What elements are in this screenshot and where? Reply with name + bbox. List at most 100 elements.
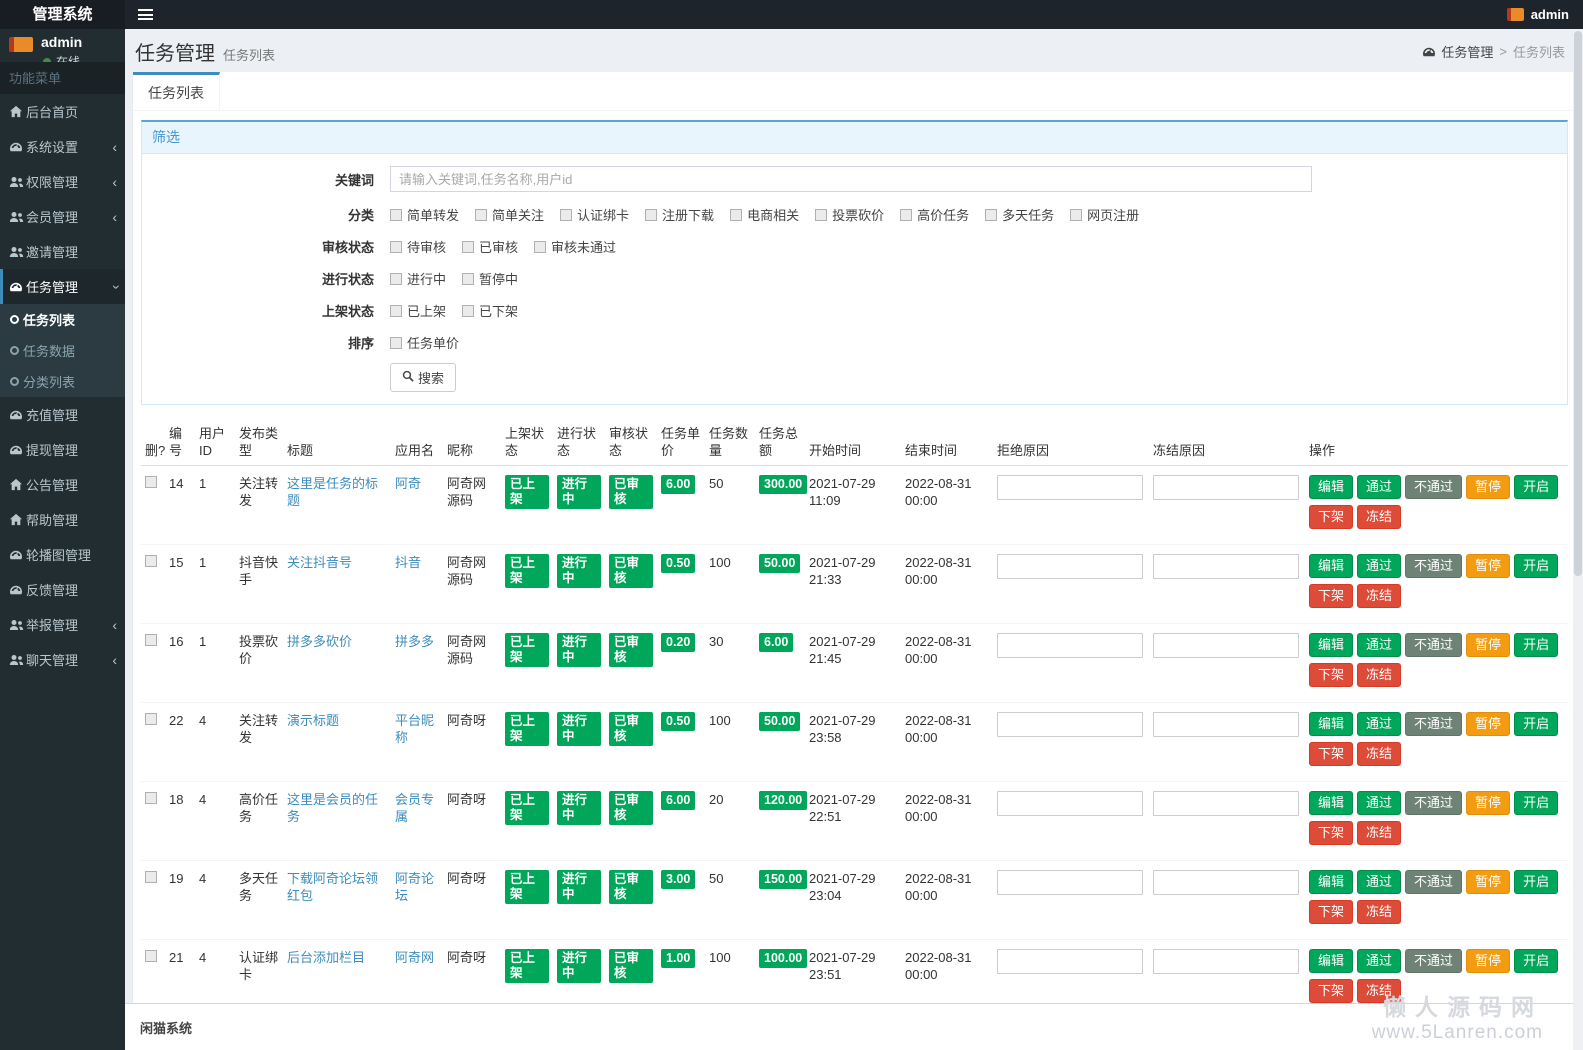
filter-checkbox-option[interactable]: 已上架: [390, 301, 446, 320]
freeze-reason-input[interactable]: [1153, 712, 1299, 737]
pause-button[interactable]: 暂停: [1466, 554, 1510, 578]
start-button[interactable]: 开启: [1514, 949, 1558, 973]
topbar-user-menu[interactable]: admin: [1507, 7, 1583, 22]
edit-button[interactable]: 编辑: [1309, 870, 1353, 894]
sidebar-item-4[interactable]: 邀请管理: [0, 234, 125, 269]
tab-task-list[interactable]: 任务列表: [133, 72, 220, 110]
checkbox-icon[interactable]: [645, 209, 657, 221]
scrollbar-track[interactable]: [1573, 29, 1583, 1050]
row-checkbox[interactable]: [145, 634, 157, 646]
task-title-link[interactable]: 关注抖音号: [287, 555, 352, 570]
checkbox-icon[interactable]: [985, 209, 997, 221]
start-button[interactable]: 开启: [1514, 712, 1558, 736]
sidebar-item-13[interactable]: 聊天管理‹: [0, 642, 125, 677]
sidebar-item-2[interactable]: 权限管理‹: [0, 164, 125, 199]
freeze-button[interactable]: 冻结: [1357, 505, 1401, 529]
sidebar-subitem-1[interactable]: 任务数据: [0, 335, 125, 366]
freeze-reason-input[interactable]: [1153, 870, 1299, 895]
checkbox-icon[interactable]: [534, 241, 546, 253]
offshelf-button[interactable]: 下架: [1309, 505, 1353, 529]
pause-button[interactable]: 暂停: [1466, 633, 1510, 657]
pause-button[interactable]: 暂停: [1466, 870, 1510, 894]
freeze-button[interactable]: 冻结: [1357, 900, 1401, 924]
filter-checkbox-option[interactable]: 投票砍价: [815, 205, 884, 224]
reject-reason-input[interactable]: [997, 633, 1143, 658]
pause-button[interactable]: 暂停: [1466, 712, 1510, 736]
app-name-link[interactable]: 平台昵称: [395, 713, 434, 745]
checkbox-icon[interactable]: [475, 209, 487, 221]
pause-button[interactable]: 暂停: [1466, 791, 1510, 815]
start-button[interactable]: 开启: [1514, 870, 1558, 894]
task-title-link[interactable]: 拼多多砍价: [287, 634, 352, 649]
reject-reason-input[interactable]: [997, 949, 1143, 974]
task-title-link[interactable]: 后台添加栏目: [287, 950, 365, 965]
filter-checkbox-option[interactable]: 暂停中: [462, 269, 518, 288]
row-checkbox[interactable]: [145, 871, 157, 883]
sidebar-item-3[interactable]: 会员管理‹: [0, 199, 125, 234]
sidebar-subitem-0[interactable]: 任务列表: [0, 304, 125, 335]
edit-button[interactable]: 编辑: [1309, 949, 1353, 973]
filter-checkbox-option[interactable]: 网页注册: [1070, 205, 1139, 224]
filter-panel-title[interactable]: 筛选: [142, 122, 1567, 154]
start-button[interactable]: 开启: [1514, 475, 1558, 499]
sidebar-item-6[interactable]: 充值管理: [0, 397, 125, 432]
sidebar-item-12[interactable]: 举报管理‹: [0, 607, 125, 642]
reject-reason-input[interactable]: [997, 870, 1143, 895]
checkbox-icon[interactable]: [390, 209, 402, 221]
checkbox-icon[interactable]: [462, 305, 474, 317]
reject-button[interactable]: 不通过: [1405, 949, 1462, 973]
pause-button[interactable]: 暂停: [1466, 949, 1510, 973]
row-checkbox[interactable]: [145, 950, 157, 962]
filter-checkbox-option[interactable]: 审核未通过: [534, 237, 616, 256]
reject-button[interactable]: 不通过: [1405, 870, 1462, 894]
start-button[interactable]: 开启: [1514, 633, 1558, 657]
row-checkbox[interactable]: [145, 713, 157, 725]
offshelf-button[interactable]: 下架: [1309, 742, 1353, 766]
freeze-button[interactable]: 冻结: [1357, 663, 1401, 687]
pause-button[interactable]: 暂停: [1466, 475, 1510, 499]
sidebar-item-7[interactable]: 提现管理: [0, 432, 125, 467]
filter-checkbox-option[interactable]: 任务单价: [390, 333, 459, 352]
approve-button[interactable]: 通过: [1357, 791, 1401, 815]
task-title-link[interactable]: 演示标题: [287, 713, 339, 728]
app-name-link[interactable]: 会员专属: [395, 792, 434, 824]
sidebar-item-0[interactable]: 后台首页: [0, 94, 125, 129]
checkbox-icon[interactable]: [390, 305, 402, 317]
app-name-link[interactable]: 拼多多: [395, 634, 434, 649]
app-name-link[interactable]: 抖音: [395, 555, 421, 570]
reject-button[interactable]: 不通过: [1405, 712, 1462, 736]
offshelf-button[interactable]: 下架: [1309, 900, 1353, 924]
reject-reason-input[interactable]: [997, 791, 1143, 816]
edit-button[interactable]: 编辑: [1309, 475, 1353, 499]
offshelf-button[interactable]: 下架: [1309, 979, 1353, 1003]
row-checkbox[interactable]: [145, 792, 157, 804]
reject-button[interactable]: 不通过: [1405, 633, 1462, 657]
checkbox-icon[interactable]: [900, 209, 912, 221]
reject-button[interactable]: 不通过: [1405, 554, 1462, 578]
sidebar-item-10[interactable]: 轮播图管理: [0, 537, 125, 572]
reject-reason-input[interactable]: [997, 475, 1143, 500]
freeze-reason-input[interactable]: [1153, 554, 1299, 579]
app-name-link[interactable]: 阿奇: [395, 476, 421, 491]
filter-checkbox-option[interactable]: 简单关注: [475, 205, 544, 224]
task-title-link[interactable]: 下载阿奇论坛领红包: [287, 871, 378, 903]
filter-checkbox-option[interactable]: 已下架: [462, 301, 518, 320]
filter-checkbox-option[interactable]: 进行中: [390, 269, 446, 288]
approve-button[interactable]: 通过: [1357, 949, 1401, 973]
freeze-reason-input[interactable]: [1153, 791, 1299, 816]
offshelf-button[interactable]: 下架: [1309, 584, 1353, 608]
freeze-reason-input[interactable]: [1153, 949, 1299, 974]
sidebar-item-11[interactable]: 反馈管理: [0, 572, 125, 607]
approve-button[interactable]: 通过: [1357, 554, 1401, 578]
freeze-button[interactable]: 冻结: [1357, 742, 1401, 766]
scrollbar-thumb[interactable]: [1574, 31, 1582, 576]
filter-checkbox-option[interactable]: 已审核: [462, 237, 518, 256]
sidebar-toggle-icon[interactable]: [138, 9, 153, 20]
reject-reason-input[interactable]: [997, 712, 1143, 737]
edit-button[interactable]: 编辑: [1309, 554, 1353, 578]
reject-button[interactable]: 不通过: [1405, 791, 1462, 815]
approve-button[interactable]: 通过: [1357, 633, 1401, 657]
checkbox-icon[interactable]: [390, 241, 402, 253]
reject-reason-input[interactable]: [997, 554, 1143, 579]
sidebar-item-9[interactable]: 帮助管理: [0, 502, 125, 537]
